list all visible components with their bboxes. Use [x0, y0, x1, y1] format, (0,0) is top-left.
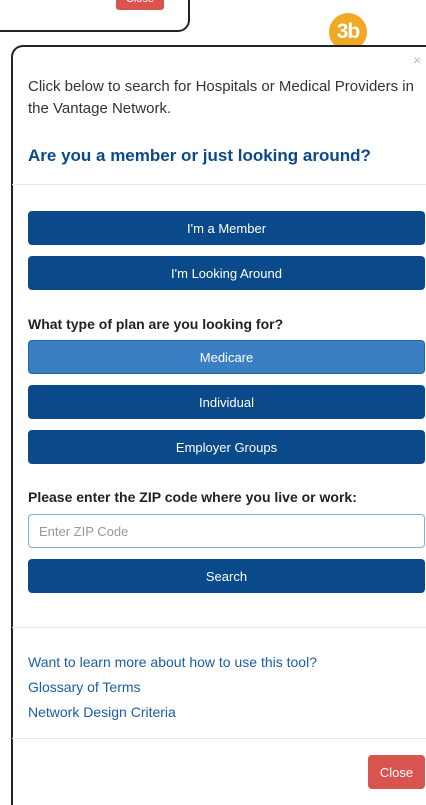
previous-close-button[interactable]: Close [116, 0, 164, 10]
zip-input[interactable] [28, 514, 425, 548]
plan-employer-groups-button[interactable]: Employer Groups [28, 430, 425, 464]
plan-medicare-button[interactable]: Medicare [28, 340, 425, 374]
zip-label: Please enter the ZIP code where you live… [28, 489, 357, 505]
how-to-use-link[interactable]: Want to learn more about how to use this… [28, 654, 317, 670]
previous-modal: Close [0, 0, 190, 32]
member-question-heading: Are you a member or just looking around? [28, 146, 371, 165]
close-button[interactable]: Close [368, 755, 425, 789]
looking-around-button[interactable]: I'm Looking Around [28, 256, 425, 290]
close-icon[interactable]: × [413, 53, 421, 67]
glossary-link[interactable]: Glossary of Terms [28, 679, 141, 695]
divider [12, 627, 426, 628]
network-design-criteria-link[interactable]: Network Design Criteria [28, 704, 176, 720]
divider [12, 184, 426, 185]
intro-text: Click below to search for Hospitals or M… [28, 78, 414, 117]
search-button[interactable]: Search [28, 559, 425, 593]
plan-individual-button[interactable]: Individual [28, 385, 425, 419]
footer-divider [12, 738, 426, 739]
member-button[interactable]: I'm a Member [28, 211, 425, 245]
plan-type-label: What type of plan are you looking for? [28, 316, 284, 332]
